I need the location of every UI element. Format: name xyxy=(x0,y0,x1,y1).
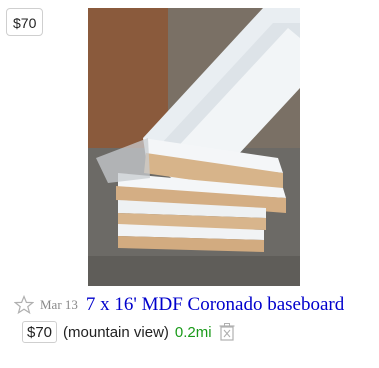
price-overlay-badge: $70 xyxy=(6,8,44,36)
listing-title-link[interactable]: 7 x 16' MDF Coronado baseboard xyxy=(86,294,344,316)
neighborhood-label: (mountain view) xyxy=(63,323,169,341)
price-badge: $70 xyxy=(22,321,58,343)
listing-card: $70 Mar 13 7 x 16' MDF Coronado baseboar… xyxy=(0,0,379,368)
distance-label: 0.2mi xyxy=(174,323,212,341)
post-date: Mar 13 xyxy=(40,297,78,312)
star-outline-icon[interactable] xyxy=(13,294,35,315)
title-row: Mar 13 7 x 16' MDF Coronado baseboard xyxy=(13,293,344,317)
trash-hide-icon[interactable] xyxy=(218,322,236,342)
meta-row: $70 (mountain view) 0.2mi xyxy=(22,320,236,344)
listing-image[interactable] xyxy=(88,8,300,286)
